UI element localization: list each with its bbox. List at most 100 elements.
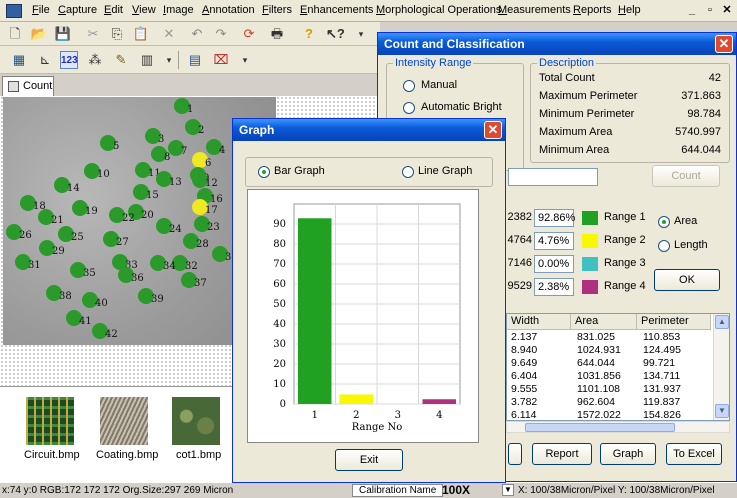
graph-type-group: Bar Graph Line Graph — [245, 157, 493, 187]
hscroll-thumb[interactable] — [525, 423, 675, 432]
delete-icon[interactable]: ✕ — [160, 25, 178, 43]
line-graph-radio[interactable] — [402, 166, 414, 178]
minimize-button[interactable]: _ — [685, 3, 699, 17]
copy-icon[interactable]: ⎘ — [108, 25, 126, 43]
range-2-percent[interactable]: 4.76% — [534, 232, 574, 250]
column-header-area[interactable]: Area — [571, 314, 637, 330]
graph-titlebar[interactable]: Graph ✕ — [233, 119, 505, 141]
tab-count[interactable]: Count — [2, 76, 54, 96]
menu-capture[interactable]: Capture — [58, 4, 97, 16]
help-icon[interactable]: ? — [300, 25, 318, 43]
y-tick-label: 60 — [273, 279, 286, 290]
manual-radio[interactable] — [403, 80, 415, 92]
measurement-table[interactable]: Width Area Perimeter 2.137 831.025 110.853… — [506, 313, 730, 421]
exit-button[interactable]: Exit — [335, 449, 403, 471]
cell-perimeter: 131.937 — [643, 383, 681, 395]
report-button[interactable]: Report — [532, 443, 592, 465]
toolbar2-overflow-icon[interactable]: ▾ — [160, 51, 178, 69]
menu-view[interactable]: View — [132, 4, 156, 16]
particle-number: 24 — [169, 224, 182, 235]
histogram-tool-icon[interactable]: ▥ — [138, 51, 156, 69]
grid-tool-icon[interactable]: ▦ — [10, 51, 28, 69]
thumbnail-circuit[interactable] — [26, 397, 74, 445]
count-tool-icon[interactable]: 123 — [60, 51, 78, 69]
open-folder-icon[interactable]: 📂 — [30, 25, 48, 43]
menu-reports[interactable]: Reports — [573, 4, 612, 16]
menu-measurements[interactable]: Measurements — [498, 4, 571, 16]
menu-image[interactable]: Image — [163, 4, 194, 16]
thumbnail-cot1[interactable] — [172, 397, 220, 445]
magnification-dropdown-icon[interactable]: ▼ — [502, 484, 514, 496]
range-1-percent[interactable]: 92.86% — [534, 209, 575, 227]
range-1-value: 2382 — [507, 211, 532, 223]
count-button[interactable]: Count — [652, 165, 720, 187]
column-header-width[interactable]: Width — [507, 314, 571, 330]
print-icon[interactable]: 🖶 — [268, 25, 286, 43]
length-radio[interactable] — [658, 240, 670, 252]
brush-tool-icon[interactable]: ✎ — [112, 51, 130, 69]
menu-enhancements[interactable]: Enhancements — [300, 4, 373, 16]
scroll-up-icon[interactable]: ▲ — [715, 315, 729, 329]
graph-button[interactable]: Graph — [600, 443, 656, 465]
range-4-percent[interactable]: 2.38% — [534, 278, 574, 296]
to-excel-button[interactable]: To Excel — [666, 443, 722, 465]
bar-graph-radio[interactable] — [258, 166, 270, 178]
threshold-input[interactable] — [508, 168, 598, 186]
scroll-down-icon[interactable]: ▼ — [715, 404, 729, 418]
table-row[interactable]: 3.782 962.604 119.837 — [507, 396, 711, 409]
table-row[interactable]: 9.649 644.044 99.721 — [507, 357, 711, 370]
column-header-perimeter[interactable]: Perimeter — [637, 314, 711, 330]
y-tick-label: 70 — [273, 259, 286, 270]
close-window-button[interactable]: ✕ — [720, 3, 734, 17]
undo-icon[interactable]: ↶ — [188, 25, 206, 43]
cell-width: 9.649 — [511, 357, 538, 369]
refresh-icon[interactable]: ⟳ — [240, 25, 258, 43]
line-graph-label: Line Graph — [418, 165, 473, 177]
table-row[interactable]: 2.137 831.025 110.853 — [507, 331, 711, 344]
context-help-icon[interactable]: ↖? — [326, 25, 345, 43]
hidden-button-edge[interactable] — [508, 443, 522, 465]
thumbnail-coating[interactable] — [100, 397, 148, 445]
table-row[interactable]: 8.940 1024.931 124.495 — [507, 344, 711, 357]
paste-icon[interactable]: 📋 — [132, 25, 150, 43]
bar-graph-label: Bar Graph — [274, 165, 325, 177]
menu-file[interactable]: File — [32, 4, 50, 16]
close-icon[interactable]: ✕ — [484, 121, 502, 139]
range-2-label: Range 2 — [604, 234, 646, 246]
calibration-name-field[interactable]: Calibration Name — [352, 484, 444, 497]
menu-morphological-operations[interactable]: Morphological Operations — [376, 4, 501, 16]
table-row[interactable]: 6.114 1572.022 154.826 — [507, 409, 711, 420]
y-tick-label: 10 — [273, 379, 286, 390]
redo-icon[interactable]: ↷ — [212, 25, 230, 43]
x-tick-label: 2 — [353, 410, 359, 421]
toolbar-overflow-icon[interactable]: ▾ — [352, 25, 370, 43]
menu-annotation[interactable]: Annotation — [202, 4, 255, 16]
ok-button[interactable]: OK — [654, 269, 720, 291]
save-icon[interactable]: 💾 — [54, 25, 72, 43]
area-radio[interactable] — [658, 216, 670, 228]
new-file-icon[interactable]: 🗋 — [6, 25, 24, 43]
table-scrollbar[interactable]: ▲ ▼ — [713, 314, 729, 420]
clear-tool-icon[interactable]: ⌧ — [212, 51, 230, 69]
menu-filters[interactable]: Filters — [262, 4, 292, 16]
cell-width: 6.404 — [511, 370, 538, 382]
table-hscrollbar[interactable] — [506, 421, 730, 433]
close-icon[interactable]: ✕ — [715, 35, 733, 53]
report-tool-icon[interactable]: ▤ — [186, 51, 204, 69]
restore-button[interactable]: ▫ — [703, 3, 717, 17]
range-3-percent[interactable]: 0.00% — [534, 255, 574, 273]
cut-icon[interactable]: ✂ — [84, 25, 102, 43]
automatic-bright-label: Automatic Bright — [421, 101, 502, 113]
menu-help[interactable]: Help — [618, 4, 641, 16]
menu-edit[interactable]: Edit — [104, 4, 123, 16]
dialog-titlebar[interactable]: Count and Classification ✕ — [378, 33, 736, 55]
description-group: Description Total Count 42 Maximum Perim… — [530, 57, 730, 163]
toolbar3-overflow-icon[interactable]: ▾ — [236, 51, 254, 69]
particle-number: 25 — [71, 232, 84, 243]
cell-area: 644.044 — [577, 357, 615, 369]
particles-tool-icon[interactable]: ⁂ — [86, 51, 104, 69]
table-row[interactable]: 6.404 1031.856 134.711 — [507, 370, 711, 383]
automatic-bright-radio[interactable] — [403, 102, 415, 114]
table-row[interactable]: 9.555 1101.108 131.937 — [507, 383, 711, 396]
measure-tool-icon[interactable]: ⊾ — [36, 51, 54, 69]
